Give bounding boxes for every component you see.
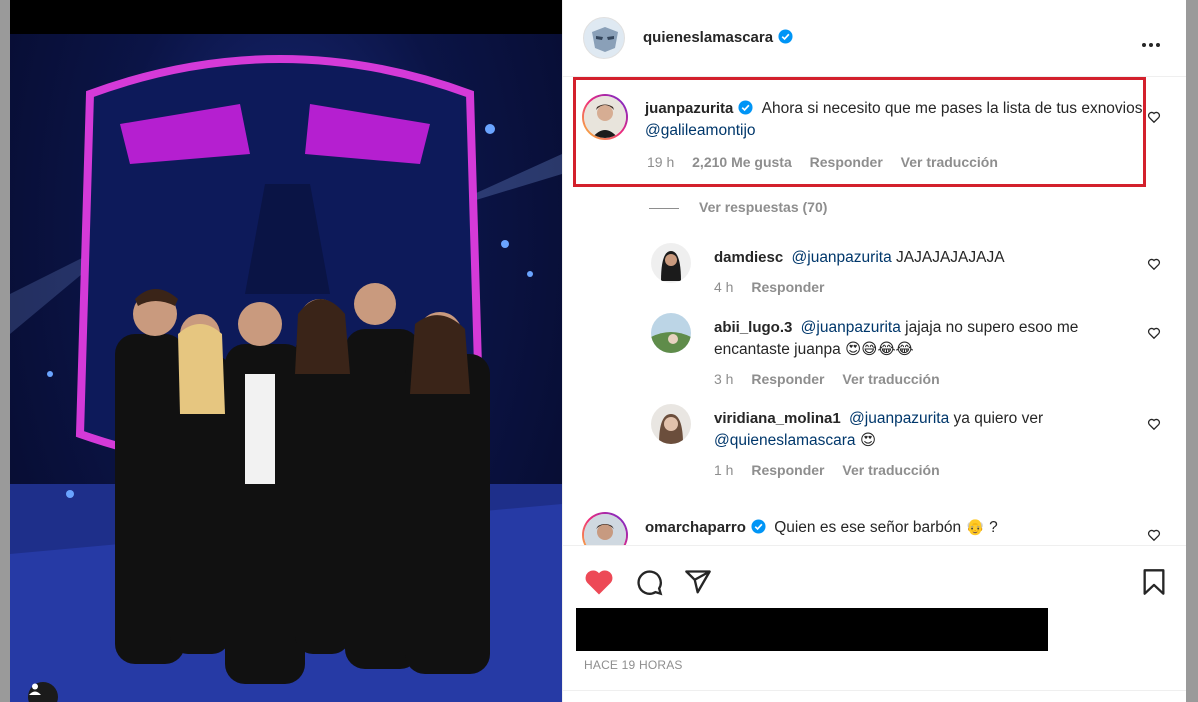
reply-abii-lugo: abii_lugo.3 @juanpazurita jajaja no supe…	[563, 313, 1187, 393]
like-reply-heart-icon[interactable]	[1147, 326, 1161, 340]
post-time-ago[interactable]: HACE 19 HORAS	[584, 658, 683, 672]
comment-username[interactable]: omarchaparro	[645, 519, 746, 536]
view-replies-label: Ver respuestas (70)	[699, 199, 828, 215]
reply-meta: 3 h Responder Ver traducción	[714, 371, 954, 387]
comment-body: omarchaparro Quien es ese señor barbón 👴…	[645, 517, 1145, 539]
media-top-bar	[10, 0, 562, 34]
translate-button[interactable]: Ver traducción	[842, 462, 939, 478]
avatar-photo	[651, 243, 691, 283]
reply-body: damdiesc @juanpazurita JAJAJAJAJAJA	[714, 247, 1144, 269]
like-comment-heart-icon[interactable]	[1147, 110, 1161, 124]
verified-icon	[778, 29, 793, 44]
reply-username[interactable]: abii_lugo.3	[714, 319, 792, 336]
reply-damdiesc: damdiesc @juanpazurita JAJAJAJAJAJA 4 h …	[563, 243, 1187, 303]
verified-icon	[751, 519, 766, 534]
comments-panel: quieneslamascara juanpazurita Ahora si n…	[562, 0, 1187, 702]
stage-illustration	[10, 55, 562, 702]
author-username[interactable]: quieneslamascara	[643, 29, 773, 46]
view-replies-button[interactable]: Ver respuestas (70)	[649, 199, 827, 215]
author-name-row: quieneslamascara	[643, 29, 793, 47]
reply-avatar[interactable]	[651, 243, 691, 283]
avatar-photo	[651, 404, 691, 444]
verified-icon	[738, 100, 753, 115]
reply-text: JAJAJAJAJAJA	[896, 249, 1005, 266]
reply-username[interactable]: damdiesc	[714, 249, 783, 266]
user-tag-icon	[29, 683, 41, 695]
commenter-avatar[interactable]	[582, 512, 628, 545]
avatar-photo	[651, 313, 691, 353]
like-count-button[interactable]: 2,210 Me gusta	[692, 154, 792, 170]
comment-body: juanpazurita Ahora si necesito que me pa…	[645, 98, 1145, 142]
reply-time[interactable]: 4 h	[714, 279, 733, 295]
comment-text: Ahora si necesito que me pases la lista …	[761, 100, 1143, 117]
reply-button[interactable]: Responder	[751, 371, 824, 387]
replies-divider	[649, 207, 679, 209]
reply-button[interactable]: Responder	[810, 154, 883, 170]
like-reply-heart-icon[interactable]	[1147, 417, 1161, 431]
comment-text: Quien es ese señor barbón	[774, 519, 962, 536]
reply-mention-2[interactable]: @quieneslamascara	[714, 432, 856, 449]
comment-icon[interactable]	[634, 568, 664, 596]
comment-emoji: 👴	[965, 519, 985, 536]
divider	[563, 690, 1187, 691]
reply-time[interactable]: 1 h	[714, 462, 733, 478]
share-icon[interactable]	[683, 568, 713, 596]
reply-mention[interactable]: @juanpazurita	[801, 319, 901, 336]
window-border-right	[1186, 0, 1198, 702]
reply-avatar[interactable]	[651, 313, 691, 353]
post-actions	[563, 545, 1187, 615]
reply-button[interactable]: Responder	[751, 279, 824, 295]
reply-meta: 4 h Responder	[714, 279, 838, 295]
reply-time[interactable]: 3 h	[714, 371, 733, 387]
reply-mention[interactable]: @juanpazurita	[849, 410, 949, 427]
avatar-photo	[584, 96, 626, 138]
reply-emoji: 😍😅😂😂	[845, 341, 914, 358]
reply-body: viridiana_molina1 @juanpazurita ya quier…	[714, 408, 1144, 452]
reply-button[interactable]: Responder	[751, 462, 824, 478]
redacted-likes-bar	[576, 608, 1048, 651]
comment-time[interactable]: 19 h	[647, 154, 674, 170]
comment-username[interactable]: juanpazurita	[645, 100, 733, 117]
bookmark-icon[interactable]	[1141, 568, 1167, 596]
like-reply-heart-icon[interactable]	[1147, 257, 1161, 271]
commenter-avatar[interactable]	[582, 94, 628, 140]
more-icon	[1142, 43, 1160, 47]
post-image[interactable]	[10, 34, 562, 702]
reply-body: abii_lugo.3 @juanpazurita jajaja no supe…	[714, 317, 1144, 361]
heart-icon[interactable]	[584, 568, 614, 596]
translate-button[interactable]: Ver traducción	[842, 371, 939, 387]
reply-username[interactable]: viridiana_molina1	[714, 410, 841, 427]
reply-meta: 1 h Responder Ver traducción	[714, 462, 954, 478]
reply-text: ya quiero ver	[953, 410, 1044, 427]
post-header: quieneslamascara	[563, 0, 1187, 77]
more-options-button[interactable]	[1141, 32, 1161, 53]
window-border-left	[0, 0, 10, 702]
comment-suffix: ?	[989, 519, 998, 536]
reply-viridiana: viridiana_molina1 @juanpazurita ya quier…	[563, 404, 1187, 484]
reply-mention[interactable]: @juanpazurita	[792, 249, 892, 266]
comment-juanpazurita: juanpazurita Ahora si necesito que me pa…	[563, 94, 1187, 179]
reply-emoji: 😍	[859, 432, 877, 449]
author-avatar[interactable]	[583, 17, 625, 59]
mask-logo-icon	[592, 27, 618, 52]
translate-button[interactable]: Ver traducción	[901, 154, 998, 170]
comment-omarchaparro: omarchaparro Quien es ese señor barbón 👴…	[563, 512, 1187, 545]
reply-avatar[interactable]	[651, 404, 691, 444]
comment-meta: 19 h 2,210 Me gusta Responder Ver traduc…	[647, 154, 1012, 170]
avatar-photo	[584, 514, 626, 545]
comment-mention[interactable]: @galileamontijo	[645, 122, 756, 139]
like-comment-heart-icon[interactable]	[1147, 528, 1161, 542]
